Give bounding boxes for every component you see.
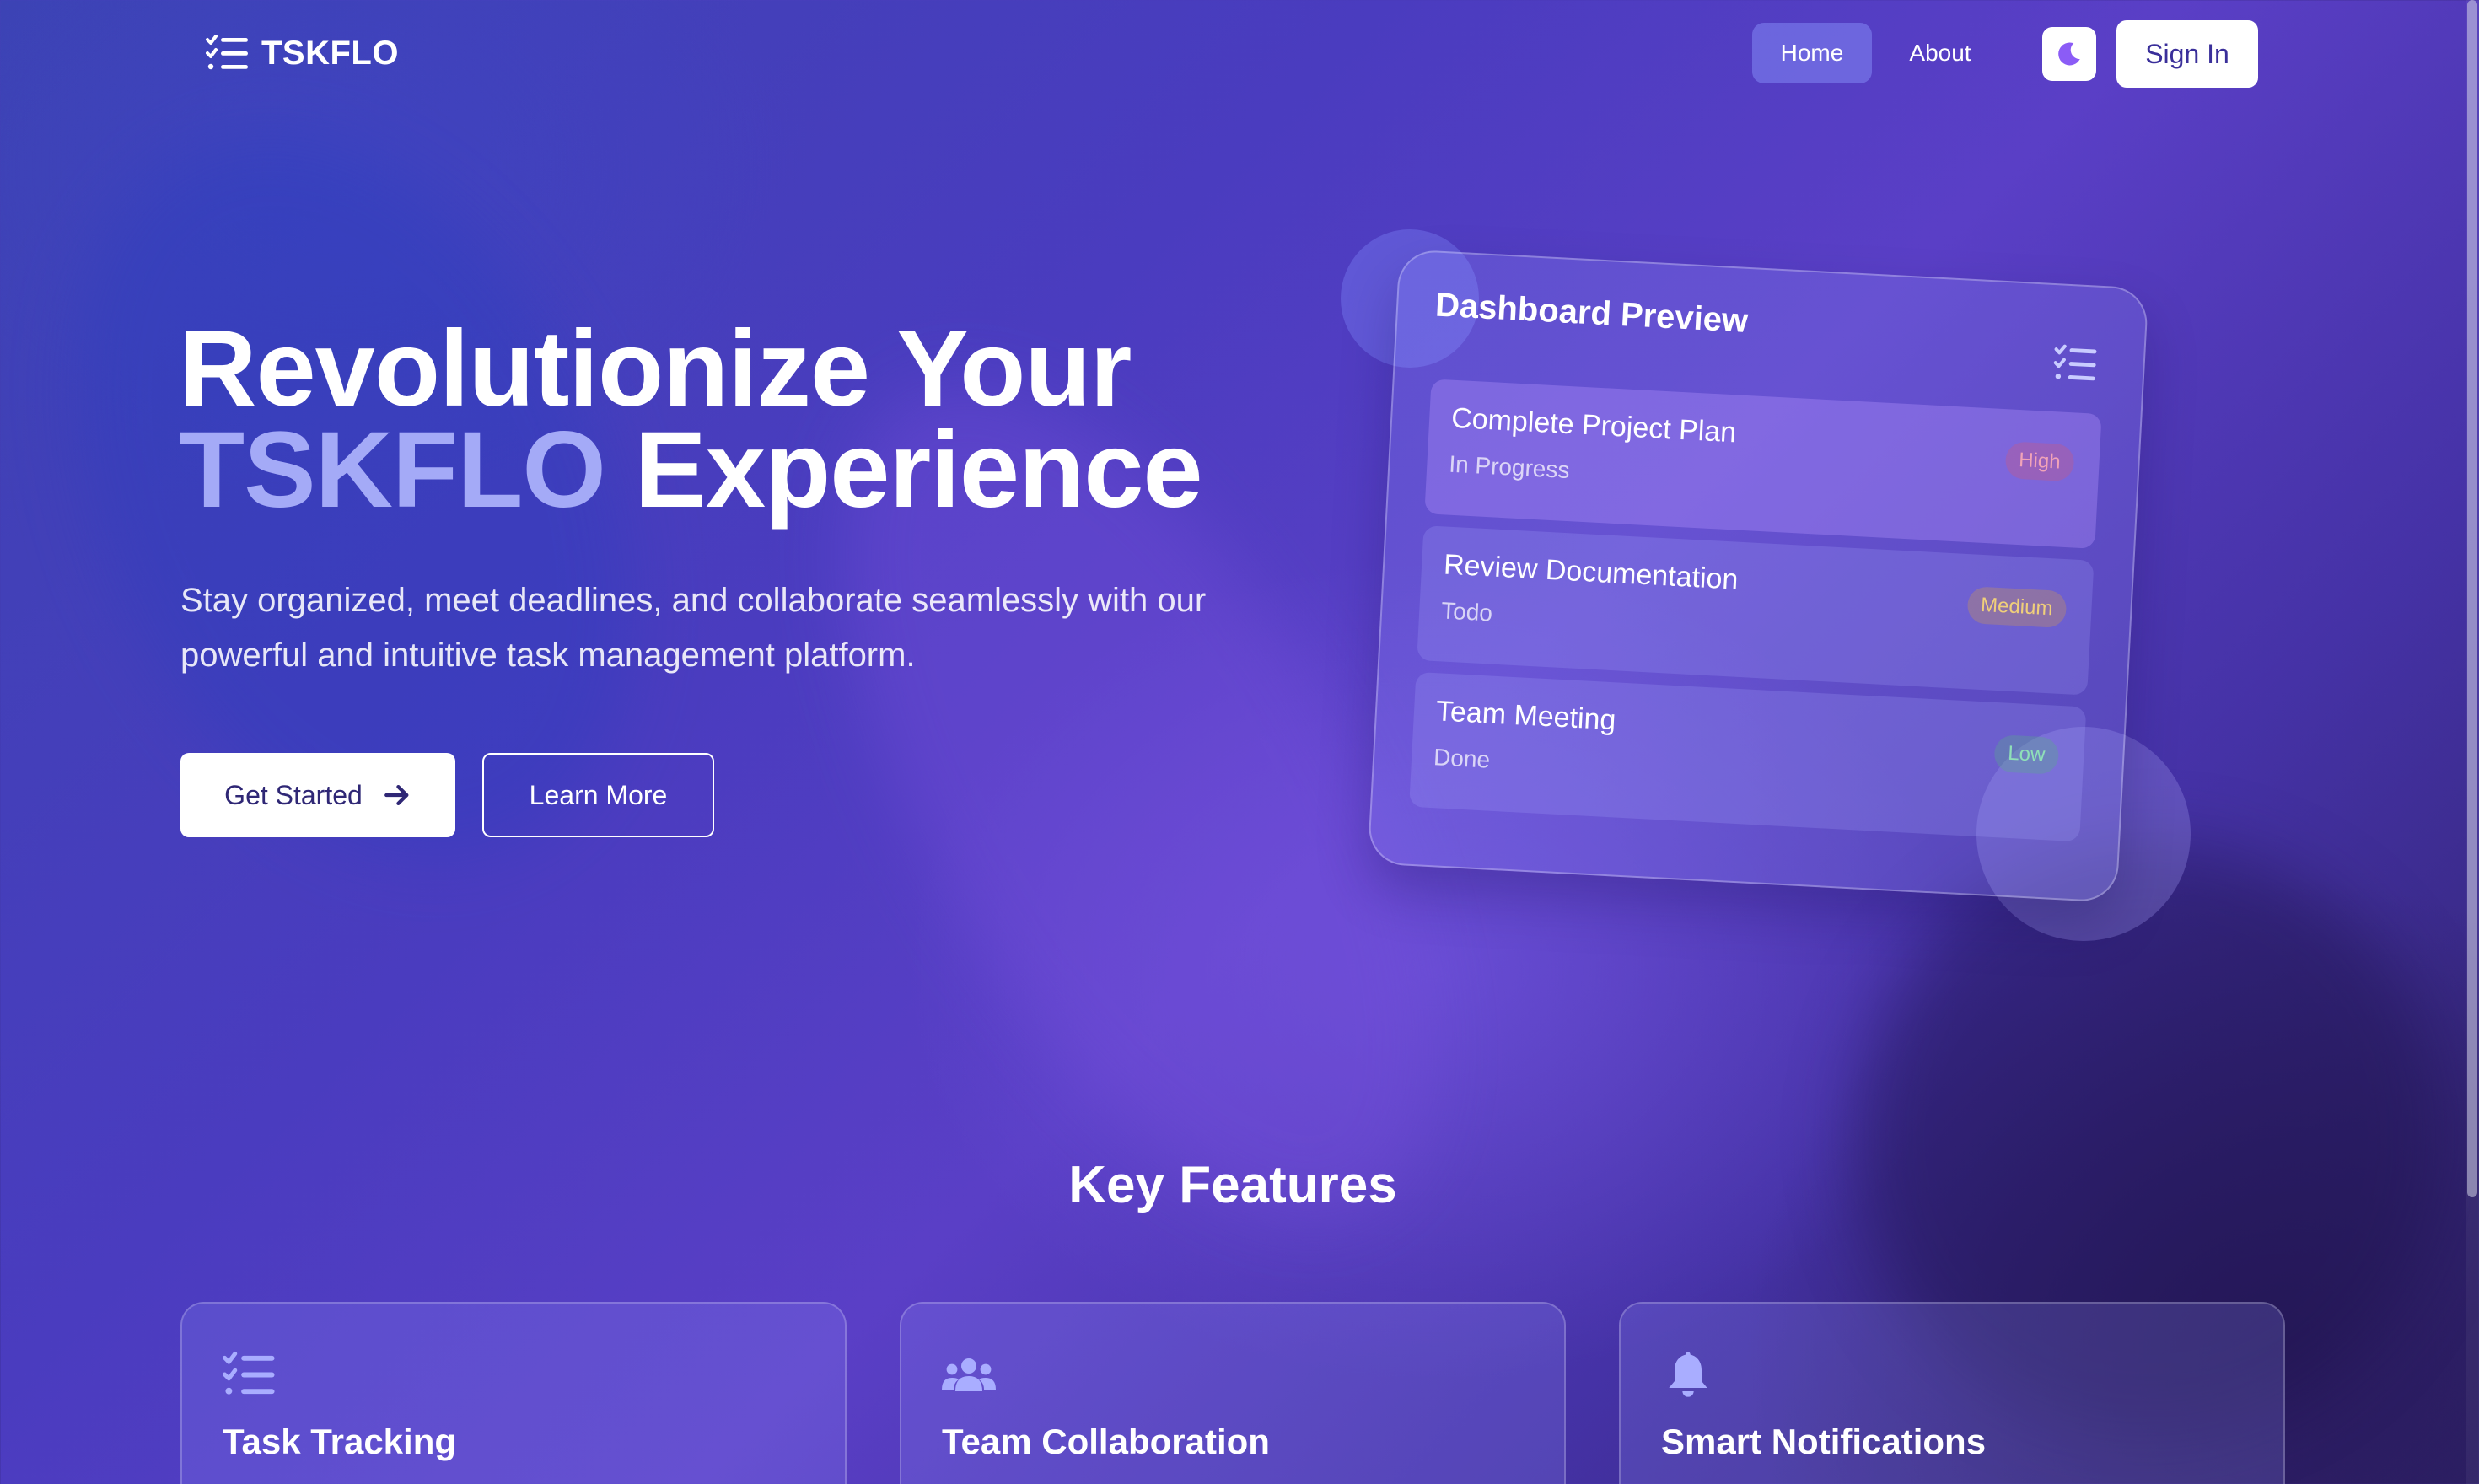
features-title: Key Features (1068, 1156, 1397, 1214)
hero-title-rest: Experience (605, 410, 1203, 530)
brand-logo[interactable]: TSKFLO (206, 32, 399, 74)
list-check-icon (223, 1351, 275, 1395)
task-status: Todo (1440, 597, 1493, 626)
task-name: Review Documentation (1443, 548, 1740, 596)
hero-subtitle: Stay organized, meet deadlines, and coll… (180, 582, 1207, 674)
task-status: Done (1433, 744, 1491, 773)
task-item[interactable]: Review Documentation Todo Medium (1417, 525, 2095, 696)
get-started-button[interactable]: Get Started (180, 753, 455, 837)
list-check-icon (2053, 344, 2097, 381)
bell-icon (1669, 1352, 1707, 1397)
task-name: Team Meeting (1435, 695, 1617, 737)
feature-name: Team Collaboration (942, 1422, 1270, 1461)
priority-badge-high: High (2004, 441, 2075, 482)
learn-more-button[interactable]: Learn More (482, 753, 714, 837)
arrow-right-icon (384, 784, 409, 806)
nav-link-home[interactable]: Home (1752, 23, 1872, 83)
hero-title-brand: TSKFLO (179, 410, 606, 530)
task-name: Complete Project Plan (1450, 401, 1738, 449)
feature-name: Smart Notifications (1661, 1422, 1987, 1461)
users-icon (942, 1358, 996, 1391)
get-started-label: Get Started (224, 779, 363, 810)
theme-toggle-button[interactable] (2042, 27, 2096, 81)
task-item[interactable]: Complete Project Plan In Progress High (1424, 379, 2102, 549)
feature-card-task-tracking[interactable]: Task Tracking (180, 1302, 847, 1484)
hero-title: Revolutionize Your TSKFLO Experience (179, 315, 1203, 524)
feature-card-team-collaboration[interactable]: Team Collaboration (900, 1302, 1566, 1484)
moon-icon (2058, 42, 2080, 66)
scrollbar-thumb[interactable] (2467, 0, 2477, 1197)
dashboard-preview-title: Dashboard Preview (1434, 286, 1750, 340)
list-check-icon (206, 35, 248, 70)
nav-link-about[interactable]: About (1885, 23, 1995, 83)
task-status: In Progress (1448, 450, 1571, 484)
dashboard-preview-card: Dashboard Preview Complete Project Plan … (1367, 249, 2149, 903)
feature-card-smart-notifications[interactable]: Smart Notifications (1619, 1302, 2285, 1484)
page-scrollbar[interactable] (2466, 0, 2479, 1484)
task-item[interactable]: Team Meeting Done Low (1409, 671, 2087, 842)
priority-badge-medium: Medium (1966, 586, 2068, 629)
sign-in-button[interactable]: Sign In (2116, 20, 2258, 88)
top-nav: TSKFLO Home About Sign In (0, 0, 2466, 108)
feature-name: Task Tracking (223, 1422, 457, 1461)
priority-badge-low: Low (1993, 734, 2060, 775)
brand-name: TSKFLO (261, 34, 399, 72)
